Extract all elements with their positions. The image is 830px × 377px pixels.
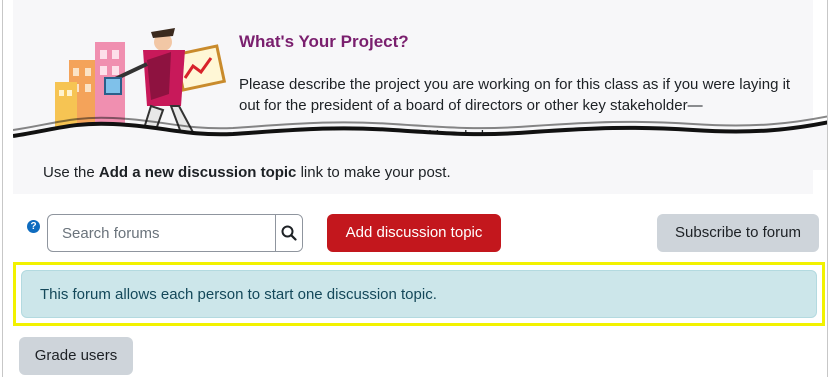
highlight-frame: This forum allows each person to start o… bbox=[13, 262, 825, 326]
add-discussion-topic-button[interactable]: Add discussion topic bbox=[327, 214, 501, 252]
intro-title: What's Your Project? bbox=[239, 32, 409, 51]
search-icon bbox=[281, 225, 297, 241]
torn-edge-divider bbox=[13, 115, 827, 170]
forum-rule-notice: This forum allows each person to start o… bbox=[21, 270, 817, 318]
forum-intro: What's Your Project? Please describe the… bbox=[13, 0, 827, 194]
forum-page: What's Your Project? Please describe the… bbox=[2, 0, 828, 377]
help-icon[interactable]: ? bbox=[27, 220, 40, 233]
instruction-link-name: Add a new discussion topic bbox=[98, 164, 297, 181]
search-button[interactable] bbox=[275, 215, 302, 251]
subscribe-to-forum-button[interactable]: Subscribe to forum bbox=[657, 214, 819, 252]
forum-search bbox=[47, 214, 303, 252]
post-instruction: Use the Add a new discussion topic link … bbox=[43, 164, 451, 181]
notice-text: This forum allows each person to start o… bbox=[40, 285, 437, 303]
grade-users-button[interactable]: Grade users bbox=[19, 337, 133, 375]
search-input[interactable] bbox=[48, 215, 275, 251]
